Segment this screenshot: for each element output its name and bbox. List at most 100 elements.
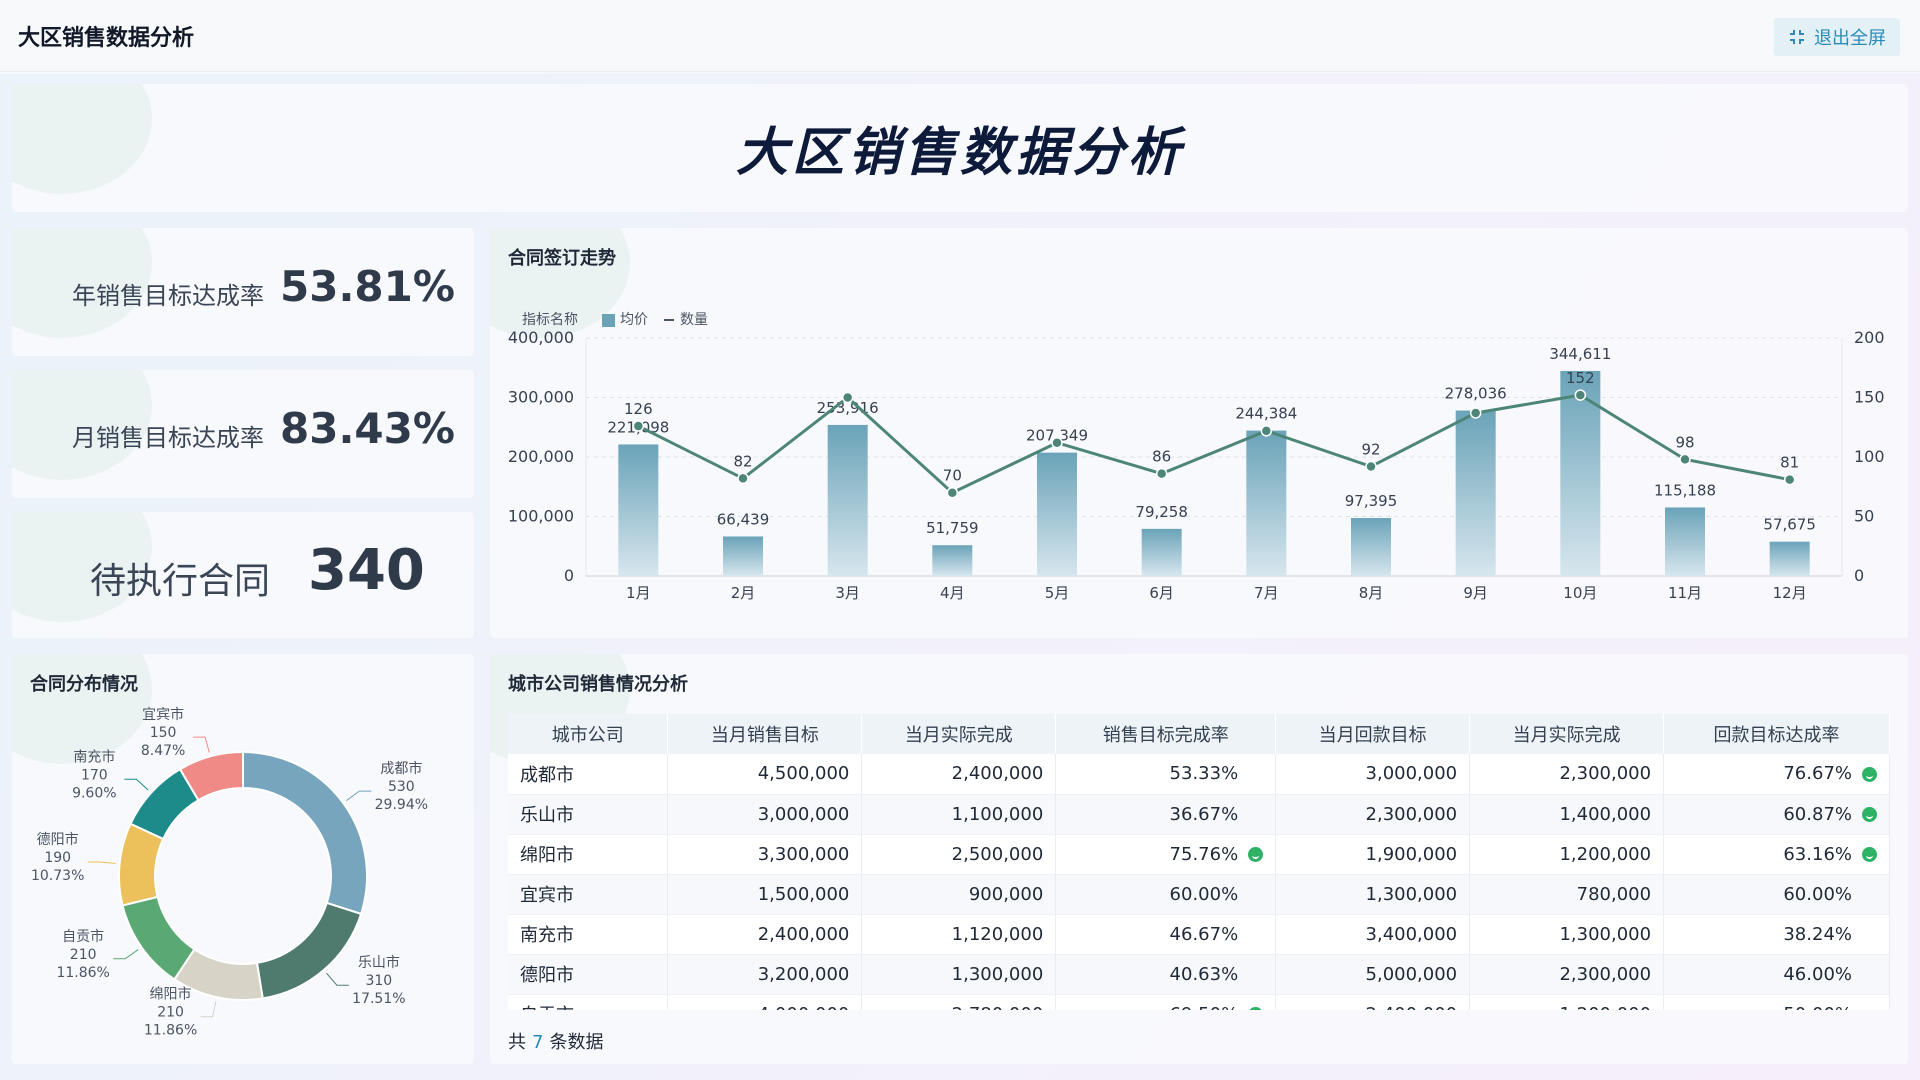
table-cell: 69.50% [1055, 994, 1277, 1010]
kpi-monthly-rate: 月销售目标达成率 83.43% [12, 370, 474, 498]
pie-leader-line [200, 1001, 217, 1018]
column-header[interactable]: 当月实际完成 [1469, 714, 1665, 754]
bar [618, 444, 659, 576]
contract-trend-chart[interactable]: 指标名称 均价 数量 400,000 300,000 200,000 100,000 0 200… [490, 228, 1908, 638]
table-cell: 3,300,000 [667, 834, 863, 875]
cell-text: 1,200,000 [1559, 843, 1652, 865]
row-count: 7 [532, 1032, 544, 1053]
line-point [841, 391, 854, 404]
column-header[interactable]: 城市公司 [508, 714, 669, 754]
column-header[interactable]: 当月销售目标 [667, 714, 863, 754]
line-point [946, 486, 959, 499]
line-value-label: 98 [1675, 433, 1694, 451]
table-cell: 3,200,000 [667, 954, 863, 995]
pie-label-pct: 29.94% [375, 797, 428, 813]
line-value-label: 126 [624, 400, 653, 418]
contract-distribution-pie[interactable]: 成都市 530 29.94% 乐山市 310 17.51% 绵阳市 210 11.86% 自贡市 2… [12, 654, 474, 1064]
column-header[interactable]: 当月回款目标 [1275, 714, 1471, 754]
column-header[interactable]: 回款目标达成率 [1663, 714, 1890, 754]
bar [1769, 541, 1810, 576]
smile-icon [1248, 1007, 1264, 1010]
dashboard-canvas: 大区销售数据分析 年销售目标达成率 53.81% 月销售目标达成率 83.43%… [0, 74, 1920, 1080]
table-cell: 3,000,000 [1275, 754, 1471, 795]
table-cell: 36.67% [1055, 794, 1277, 835]
kpi-label: 年销售目标达成率 [72, 282, 264, 310]
table-row[interactable]: 宜宾市 1,500,000 900,000 60.00% 1,300,000 780,00… [508, 874, 1890, 915]
cell-text: 60.00% [1783, 883, 1852, 905]
cell-text: 2,300,000 [1365, 803, 1458, 825]
table-row[interactable]: 德阳市 3,200,000 1,300,000 40.63% 5,000,000 2,30… [508, 954, 1890, 995]
cell-text: 南充市 [520, 925, 574, 946]
left-tick-label: 0 [564, 566, 574, 585]
pie-label-name: 自贡市 [62, 928, 104, 945]
table-cell: 2,300,000 [1469, 954, 1665, 995]
cell-text: 46.00% [1783, 963, 1852, 985]
pie-label-name: 乐山市 [358, 954, 400, 971]
exit-fullscreen-label: 退出全屏 [1814, 28, 1886, 49]
cell-text: 2,780,000 [952, 1004, 1044, 1011]
line-series [637, 393, 1790, 495]
table-cell: 1,100,000 [861, 794, 1057, 835]
bar [827, 424, 868, 576]
pie-leader-line [346, 790, 372, 801]
cell-text: 2,300,000 [1559, 763, 1652, 785]
table-cell: 53.33% [1055, 754, 1277, 795]
table-scroll-area[interactable]: 城市公司 当月销售目标 当月实际完成 销售目标完成率 当月回款目标 当月实际完成 回款目标达… [508, 714, 1890, 1010]
pie-label-value: 310 [365, 973, 392, 989]
line-value-label: 86 [1152, 448, 1171, 466]
table-row[interactable]: 自贡市 4,000,000 2,780,000 69.50% 2,400,000 1,20… [508, 994, 1890, 1010]
cell-text: 3,300,000 [757, 843, 850, 865]
table-row[interactable]: 南充市 2,400,000 1,120,000 46.67% 3,400,000 1,30… [508, 914, 1890, 955]
pie-leader-line [326, 972, 349, 986]
cell-text: 1,900,000 [1365, 843, 1458, 865]
line-point [1051, 436, 1063, 449]
banner: 大区销售数据分析 [12, 84, 1908, 212]
pie-slice [242, 750, 368, 916]
pie-leader-line [193, 736, 210, 753]
bar-value-label: 57,675 [1763, 516, 1816, 534]
bar [1141, 528, 1182, 576]
table-cell: 1,300,000 [861, 954, 1057, 995]
bar [932, 545, 973, 576]
cell-text: 2,300,000 [1559, 963, 1652, 985]
contract-trend-card: 合同签订走势 指标名称 均价 数量 400,000 300,000 200,000 100,… [490, 228, 1908, 638]
kpi-annual-rate: 年销售目标达成率 53.81% [12, 228, 474, 356]
cell-text: 2,500,000 [951, 843, 1044, 865]
cell-text: 3,400,000 [1365, 923, 1458, 945]
city-sales-table: 城市公司 当月销售目标 当月实际完成 销售目标完成率 当月回款目标 当月实际完成 回款目标达… [508, 714, 1890, 1010]
exit-fullscreen-button[interactable]: 退出全屏 [1774, 18, 1900, 56]
table-cell: 75.76% [1055, 834, 1277, 875]
pie-label-name: 成都市 [380, 760, 422, 777]
pie-label-pct: 8.47% [141, 743, 185, 759]
table-row[interactable]: 乐山市 3,000,000 1,100,000 36.67% 2,300,000 1,40… [508, 794, 1890, 835]
column-header[interactable]: 当月实际完成 [861, 714, 1057, 754]
bar [1246, 430, 1287, 576]
pie-label-value: 210 [157, 1005, 184, 1021]
footer-suffix: 条数据 [549, 1032, 604, 1053]
cell-text: 36.67% [1169, 803, 1239, 825]
table-cell: 2,400,000 [1275, 994, 1471, 1010]
table-cell: 宜宾市 [508, 874, 669, 915]
pie-label-name: 德阳市 [37, 831, 79, 848]
table-cell: 60.87% [1663, 794, 1890, 835]
table-row[interactable]: 成都市 4,500,000 2,400,000 53.33% 3,000,000 2,30… [508, 754, 1890, 795]
kpi-label: 待执行合同 [90, 561, 271, 602]
pie-slice [121, 895, 196, 981]
cell-text: 乐山市 [520, 805, 574, 826]
bar-value-label: 97,395 [1345, 492, 1398, 510]
line-point [1469, 407, 1482, 419]
bar-value-label: 344,611 [1549, 345, 1611, 363]
cell-text: 2,400,000 [951, 763, 1044, 785]
cell-text: 2,400,000 [757, 923, 850, 945]
legend-bar-swatch [602, 314, 615, 327]
cell-text: 1,200,000 [1559, 1004, 1651, 1011]
table-cell: 60.00% [1663, 874, 1890, 915]
line-value-label: 81 [1780, 454, 1799, 472]
table-cell: 自贡市 [508, 994, 669, 1010]
column-header[interactable]: 销售目标完成率 [1055, 714, 1277, 754]
cell-text: 4,000,000 [758, 1004, 850, 1011]
cell-text: 75.76% [1169, 843, 1239, 865]
table-row[interactable]: 绵阳市 3,300,000 2,500,000 75.76% 1,900,000 1,20… [508, 834, 1890, 875]
cell-text: 1,100,000 [951, 803, 1044, 825]
table-cell: 绵阳市 [508, 834, 669, 875]
